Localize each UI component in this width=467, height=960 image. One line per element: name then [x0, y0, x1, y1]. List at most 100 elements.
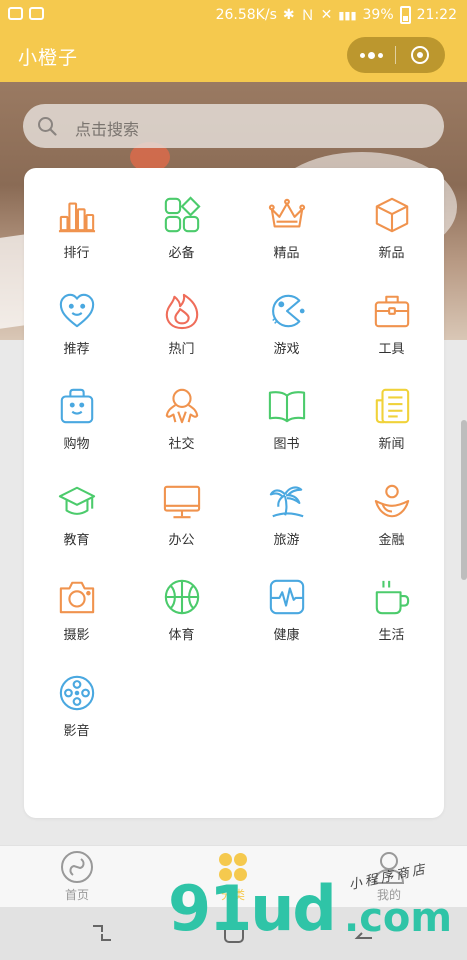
category-item-tools[interactable]: 工具	[339, 292, 444, 388]
toolbox-icon	[374, 295, 409, 327]
category-item-news[interactable]: 新闻	[339, 387, 444, 483]
dot-icon	[359, 52, 365, 58]
coffee-cup-icon	[375, 580, 409, 615]
close-miniprogram-button[interactable]	[396, 37, 444, 73]
film-reel-icon	[59, 675, 94, 710]
flame-icon	[165, 293, 198, 329]
category-card: 排行 必备 精品 新品 推荐 热门 游戏 工具 购物 社交 图书 新闻 教育 办…	[24, 168, 444, 818]
system-nav-bar	[0, 907, 467, 960]
target-icon	[411, 46, 429, 64]
category-label: 精品	[273, 246, 300, 261]
category-item-health[interactable]: 健康	[234, 578, 339, 674]
tab-home-label: 首页	[64, 888, 89, 902]
category-label: 热门	[168, 341, 195, 357]
category-label: 工具	[378, 341, 405, 357]
category-item-sports[interactable]: 体育	[129, 578, 234, 674]
category-item-new[interactable]: 新品	[339, 196, 444, 292]
bottom-tab-bar: 首页 分类 我的	[0, 845, 467, 907]
category-label: 金融	[378, 532, 405, 548]
category-item-hot[interactable]: 热门	[129, 292, 234, 388]
category-label: 新闻	[378, 437, 405, 452]
category-item-photography[interactable]: 摄影	[24, 578, 129, 674]
nav-bar: 小橙子	[0, 30, 467, 82]
tab-category-label: 分类	[220, 888, 245, 902]
palm-tree-icon	[269, 485, 303, 517]
category-item-books[interactable]: 图书	[234, 387, 339, 483]
category-label: 必备	[168, 246, 195, 261]
category-item-games[interactable]: 游戏	[234, 292, 339, 388]
dot-icon	[377, 52, 383, 58]
category-label: 摄影	[63, 628, 90, 643]
category-grid: 排行 必备 精品 新品 推荐 热门 游戏 工具 购物 社交 图书 新闻 教育 办…	[24, 196, 444, 769]
search-placeholder: 点击搜索	[75, 120, 140, 139]
newspaper-icon	[375, 388, 409, 424]
category-item-life[interactable]: 生活	[339, 578, 444, 674]
category-item-finance[interactable]: 金融	[339, 483, 444, 579]
shopping-bag-icon	[60, 388, 93, 424]
category-item-travel[interactable]: 旅游	[234, 483, 339, 579]
recent-apps-icon[interactable]	[90, 921, 114, 945]
pacman-icon	[271, 294, 305, 327]
wechat-notification-icon	[8, 7, 23, 20]
category-label: 办公	[168, 532, 195, 548]
notification-icons	[8, 7, 44, 20]
nfc-icon: Ｎ	[300, 8, 315, 24]
clover-icon	[219, 853, 247, 881]
category-label: 排行	[63, 246, 90, 261]
category-item-essential[interactable]: 必备	[129, 196, 234, 292]
user-icon	[373, 852, 405, 884]
status-right: 26.58K/s ✱ Ｎ ✕ ▮▮▮ 39% 21:22	[216, 5, 457, 25]
crown-icon	[268, 198, 305, 228]
social-figure-icon	[165, 388, 198, 424]
category-item-social[interactable]: 社交	[129, 387, 234, 483]
home-compass-icon	[61, 851, 93, 883]
category-label: 推荐	[63, 341, 90, 357]
category-item-media[interactable]: 影音	[24, 674, 129, 770]
battery-percent: 39%	[362, 7, 394, 23]
heartbeat-icon	[269, 579, 304, 615]
camera-icon	[59, 581, 94, 614]
box-icon	[375, 197, 408, 233]
back-icon[interactable]	[352, 921, 376, 945]
tab-mine[interactable]: 我的	[349, 850, 429, 903]
category-item-shopping[interactable]: 购物	[24, 387, 129, 483]
heart-smile-icon	[59, 293, 94, 327]
category-label: 社交	[168, 437, 195, 452]
edge-scroll-handle[interactable]	[461, 420, 467, 580]
category-label: 图书	[273, 437, 300, 452]
tab-category[interactable]: 分类	[193, 850, 273, 903]
clock: 21:22	[416, 7, 457, 23]
category-label: 健康	[273, 628, 300, 643]
bar-chart-icon	[58, 202, 95, 233]
category-label: 教育	[63, 532, 90, 548]
mute-icon: ✕	[320, 7, 333, 23]
image-notification-icon	[29, 7, 44, 20]
miniprogram-capsule	[347, 37, 445, 73]
bluetooth-icon: ✱	[282, 7, 295, 23]
category-item-recommend[interactable]: 推荐	[24, 292, 129, 388]
signal-icon: ▮▮▮	[338, 8, 357, 22]
more-menu-button[interactable]	[347, 37, 395, 73]
category-item-education[interactable]: 教育	[24, 483, 129, 579]
category-label: 购物	[63, 437, 90, 452]
status-bar: 26.58K/s ✱ Ｎ ✕ ▮▮▮ 39% 21:22	[0, 0, 467, 30]
search-icon	[38, 117, 57, 136]
category-label: 体育	[168, 628, 195, 643]
open-book-icon	[268, 391, 305, 423]
home-icon[interactable]	[222, 921, 246, 945]
category-item-premium[interactable]: 精品	[234, 196, 339, 292]
category-item-ranking[interactable]: 排行	[24, 196, 129, 292]
tab-home[interactable]: 首页	[37, 850, 117, 903]
category-item-office[interactable]: 办公	[129, 483, 234, 579]
network-speed: 26.58K/s	[215, 7, 277, 23]
dot-icon	[367, 51, 375, 59]
finance-icon	[374, 484, 409, 517]
category-label: 影音	[63, 723, 90, 739]
category-label: 生活	[378, 628, 405, 643]
category-label: 新品	[378, 246, 405, 261]
monitor-icon	[163, 485, 200, 518]
page-title: 小橙子	[18, 47, 79, 69]
grid-apps-icon	[164, 196, 201, 233]
basketball-icon	[164, 579, 199, 615]
search-input[interactable]: 点击搜索	[23, 104, 444, 148]
